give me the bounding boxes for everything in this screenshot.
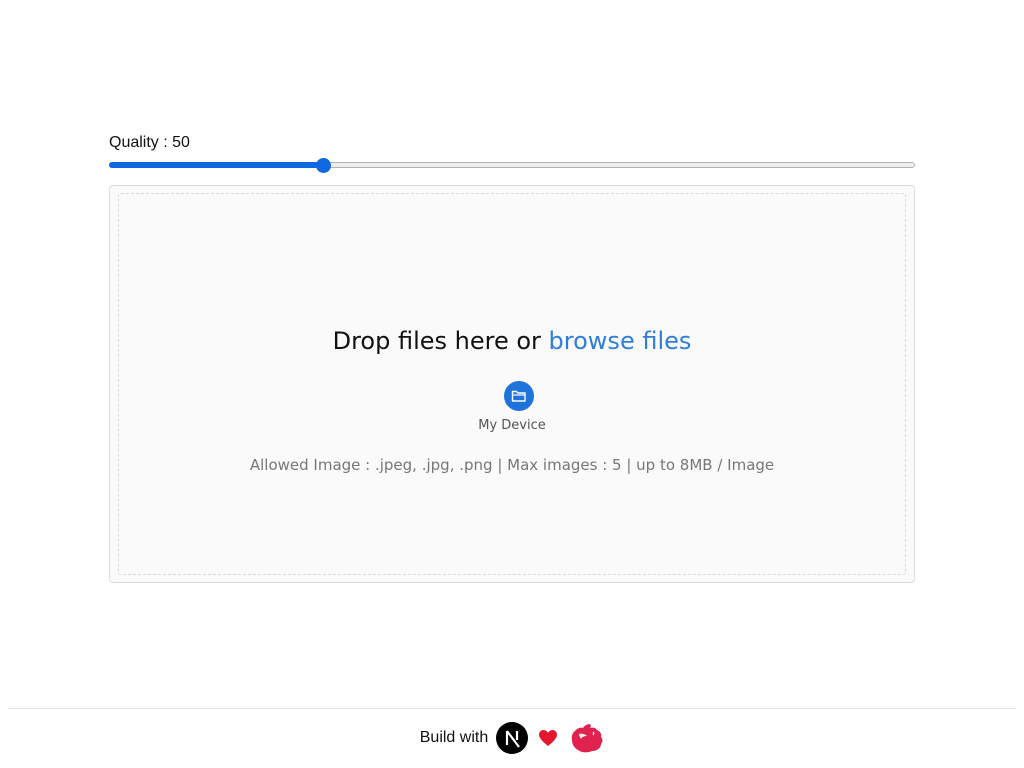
quality-label: Quality : 50 <box>109 134 190 151</box>
drop-title-text: Drop files here or <box>332 327 549 355</box>
drop-title: Drop files here or browse files <box>119 327 905 355</box>
page: Quality : 50 Drop files here or browse f… <box>0 0 1024 768</box>
nestjs-logo <box>571 724 603 753</box>
slider-thumb[interactable] <box>315 158 331 173</box>
my-device-button[interactable] <box>504 381 534 411</box>
my-device-label: My Device <box>478 418 546 433</box>
nextjs-logo <box>496 722 529 754</box>
folder-icon <box>511 390 526 402</box>
browse-files-link[interactable]: browse files <box>549 327 692 355</box>
footer-divider <box>8 708 1016 709</box>
dropzone-inner[interactable]: Drop files here or browse files My Devic… <box>118 193 906 575</box>
my-device-source[interactable]: My Device <box>119 381 905 441</box>
slider-fill <box>109 162 323 168</box>
quality-slider[interactable] <box>109 158 915 173</box>
allowed-info-text: Allowed Image : .jpeg, .jpg, .png | Max … <box>249 456 775 474</box>
dropzone[interactable]: Drop files here or browse files My Devic… <box>109 185 915 583</box>
footer: Build with <box>0 718 1024 758</box>
heart-icon <box>539 730 558 746</box>
footer-text: Build with <box>419 729 489 746</box>
